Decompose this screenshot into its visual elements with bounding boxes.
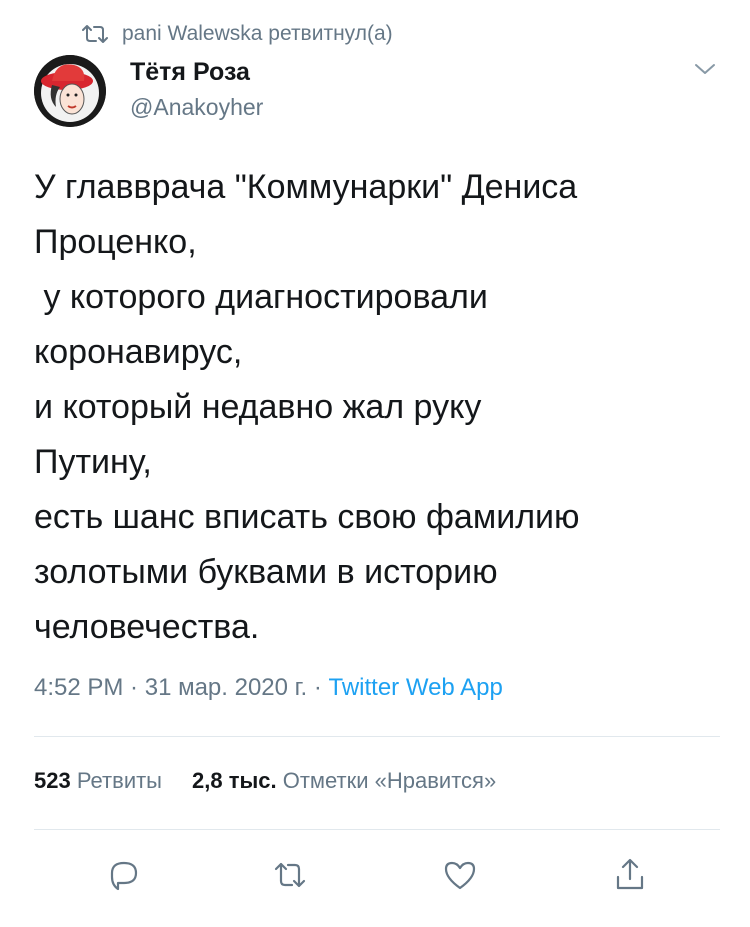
tweet-text-line: и который недавно жал руку — [34, 388, 482, 426]
tweet-text-line: коронавирус, — [34, 333, 243, 371]
divider — [34, 829, 720, 830]
avatar[interactable] — [34, 55, 106, 127]
author-name[interactable]: Тётя Роза — [130, 58, 250, 87]
retweet-context-label: pani Walewska ретвитнул(а) — [122, 22, 393, 45]
tweet-source-link[interactable]: Twitter Web App — [329, 674, 503, 701]
retweet-icon — [82, 23, 108, 45]
tweet-stats: 523 Ретвиты 2,8 тыс. Отметки «Нравится» — [34, 768, 496, 794]
tweet-text-line: Путину, — [34, 443, 152, 481]
tweet-text-line: У главврача "Коммунарки" Дениса — [34, 168, 578, 206]
tweet-time[interactable]: 4:52 PM — [34, 674, 123, 701]
meta-separator: · — [123, 674, 145, 701]
retweets-label: Ретвиты — [76, 768, 162, 793]
tweet-text-line: Проценко, — [34, 223, 197, 261]
likes-stat[interactable]: 2,8 тыс. Отметки «Нравится» — [192, 768, 496, 793]
tweet-text-line: человечества. — [34, 608, 260, 646]
chevron-down-icon[interactable] — [692, 60, 718, 78]
tweet-date[interactable]: 31 мар. 2020 г. — [145, 674, 307, 701]
likes-count: 2,8 тыс. — [192, 768, 277, 793]
tweet-text-line: есть шанс вписать свою фамилию — [34, 498, 580, 536]
tweet-text: У главврача "Коммунарки" Дениса Проценко… — [34, 160, 724, 655]
likes-label: Отметки «Нравится» — [282, 768, 497, 793]
share-icon[interactable] — [610, 855, 650, 895]
tweet-meta: 4:52 PM · 31 мар. 2020 г. · Twitter Web … — [34, 674, 503, 702]
retweet-icon[interactable] — [270, 855, 310, 895]
retweet-context[interactable]: pani Walewska ретвитнул(а) — [82, 20, 393, 48]
divider — [34, 736, 720, 737]
author-handle[interactable]: @Anakoyher — [130, 94, 263, 121]
retweets-stat[interactable]: 523 Ретвиты — [34, 768, 162, 793]
reply-icon[interactable] — [104, 855, 144, 895]
retweets-count: 523 — [34, 768, 71, 793]
meta-separator: · — [307, 674, 329, 701]
heart-icon[interactable] — [440, 855, 480, 895]
tweet-text-line: у которого диагностировали — [34, 278, 488, 316]
tweet-text-line: золотыми буквами в историю — [34, 553, 498, 591]
